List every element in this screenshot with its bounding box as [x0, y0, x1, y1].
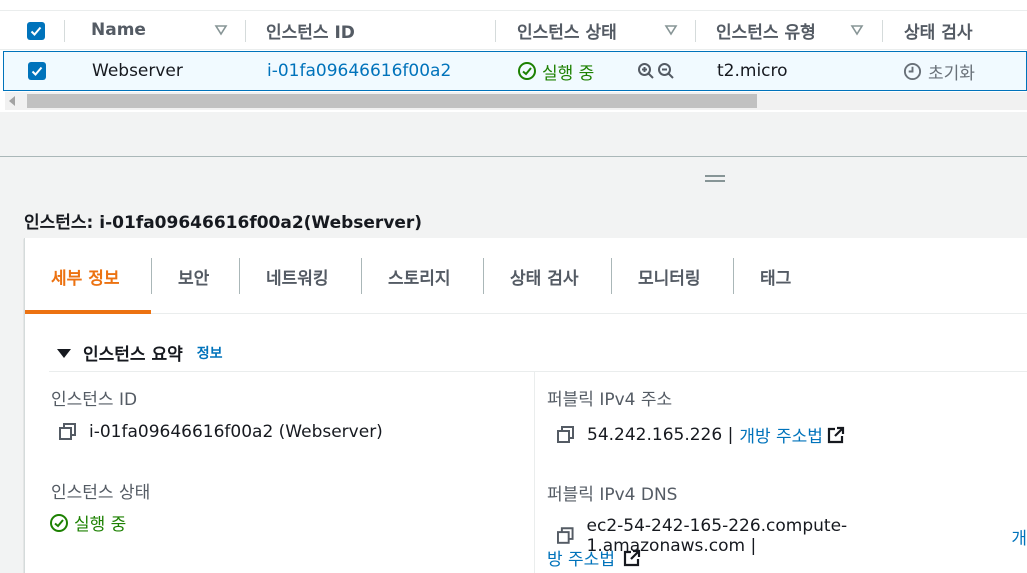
- info-link[interactable]: 정보: [197, 343, 223, 363]
- active-tab-underline: [25, 310, 151, 314]
- copy-icon[interactable]: [557, 527, 575, 545]
- details-title: 인스턴스: i-01fa09646616f00a2(Webserver): [24, 213, 423, 233]
- scroll-left-arrow-icon[interactable]: [9, 96, 15, 106]
- success-check-icon: [50, 513, 68, 532]
- row-checkbox[interactable]: [28, 62, 46, 80]
- select-all-checkbox[interactable]: [27, 22, 45, 40]
- public-dns-label: 퍼블릭 IPv4 DNS: [547, 485, 678, 505]
- copy-icon[interactable]: [557, 425, 575, 444]
- external-link-icon[interactable]: [623, 549, 641, 567]
- cell-name: Webserver: [92, 61, 183, 81]
- state-text: 실행 중: [542, 63, 595, 84]
- cell-instance-type: t2.micro: [717, 61, 788, 81]
- cell-status-check: 초기화: [903, 52, 975, 90]
- check-icon: [30, 26, 42, 36]
- split-divider: [0, 156, 1027, 157]
- column-separator: [695, 20, 696, 42]
- tab-separator: [483, 258, 484, 294]
- sort-icon[interactable]: [850, 23, 864, 37]
- tab-storage[interactable]: 스토리지: [388, 238, 451, 314]
- instance-id-value: i-01fa09646616f00a2 (Webserver): [59, 422, 383, 442]
- summary-section-header[interactable]: 인스턴스 요약 정보: [57, 340, 223, 365]
- tab-monitoring[interactable]: 모니터링: [638, 238, 701, 314]
- copy-icon[interactable]: [59, 423, 77, 441]
- column-separator: [245, 20, 246, 42]
- tab-tags[interactable]: 태그: [760, 238, 791, 314]
- public-ipv4-value: 54.242.165.226 | 개방 주소법: [557, 422, 845, 447]
- tab-separator: [733, 258, 734, 294]
- scrollbar-thumb[interactable]: [27, 94, 757, 108]
- instance-id-label: 인스턴스 ID: [51, 390, 138, 410]
- caret-down-icon[interactable]: [57, 349, 71, 358]
- instances-table: Name 인스턴스 ID 인스턴스 상태 인스턴스 유형 상태 검사 Webse…: [0, 0, 1027, 112]
- table-row[interactable]: Webserver i-01fa09646616f00a2 실행 중 t2.mi…: [3, 51, 1027, 91]
- instance-id-text: i-01fa09646616f00a2 (Webserver): [89, 422, 383, 442]
- horizontal-scrollbar[interactable]: [5, 92, 1027, 110]
- tab-separator: [151, 258, 152, 294]
- instance-state-value: 실행 중: [49, 510, 126, 535]
- column-separator: [882, 20, 883, 42]
- column-header-status-check[interactable]: 상태 검사: [904, 11, 972, 49]
- resize-handle[interactable]: [705, 175, 725, 183]
- summary-title: 인스턴스 요약: [83, 345, 183, 365]
- tab-separator: [361, 258, 362, 294]
- public-dns-text: ec2-54-242-165-226.compute-1.amazonaws.c…: [586, 516, 848, 556]
- divider: [49, 371, 1027, 372]
- public-ipv4-text: 54.242.165.226 |: [587, 424, 734, 445]
- column-divider: [534, 372, 535, 573]
- instance-state-text: 실행 중: [74, 515, 127, 535]
- column-separator: [64, 20, 65, 42]
- column-header-instance-type[interactable]: 인스턴스 유형: [716, 11, 816, 49]
- details-tabs: 세부 정보 보안 네트워킹 스토리지 상태 검사 모니터링 태그: [25, 238, 1027, 314]
- sort-icon[interactable]: [664, 23, 678, 37]
- table-header: Name 인스턴스 ID 인스턴스 상태 인스턴스 유형 상태 검사: [0, 10, 1027, 50]
- check-icon: [31, 66, 43, 76]
- zoom-in-icon[interactable]: [637, 62, 655, 80]
- open-address-link[interactable]: 개방 주소법: [739, 422, 823, 447]
- open-address-link-part1[interactable]: 개: [1011, 524, 1027, 549]
- status-text: 초기화: [928, 63, 975, 84]
- tab-networking[interactable]: 네트워킹: [266, 238, 329, 314]
- external-link-icon[interactable]: [827, 426, 845, 444]
- public-dns-link-wrap: 방 주소법: [547, 545, 641, 570]
- clock-icon: [903, 62, 922, 80]
- tab-status-checks[interactable]: 상태 검사: [510, 238, 578, 314]
- instance-state-label: 인스턴스 상태: [51, 483, 151, 503]
- details-panel: 세부 정보 보안 네트워킹 스토리지 상태 검사 모니터링 태그 인스턴스 요약…: [24, 238, 1027, 573]
- success-check-icon: [518, 62, 536, 80]
- cell-instance-state: 실행 중: [517, 52, 594, 90]
- cell-instance-id-link[interactable]: i-01fa09646616f00a2: [267, 52, 451, 90]
- public-ipv4-label: 퍼블릭 IPv4 주소: [547, 390, 673, 410]
- column-separator: [495, 20, 496, 42]
- column-header-instance-state[interactable]: 인스턴스 상태: [517, 11, 617, 49]
- tab-security[interactable]: 보안: [178, 238, 209, 314]
- zoom-out-icon[interactable]: [657, 62, 675, 80]
- sort-icon[interactable]: [214, 23, 228, 37]
- open-address-link-part2[interactable]: 방 주소법: [547, 545, 615, 570]
- column-header-name[interactable]: Name: [91, 11, 146, 49]
- tab-separator: [239, 258, 240, 294]
- tab-separator: [611, 258, 612, 294]
- tab-details[interactable]: 세부 정보: [51, 238, 119, 314]
- column-header-instance-id[interactable]: 인스턴스 ID: [266, 11, 355, 49]
